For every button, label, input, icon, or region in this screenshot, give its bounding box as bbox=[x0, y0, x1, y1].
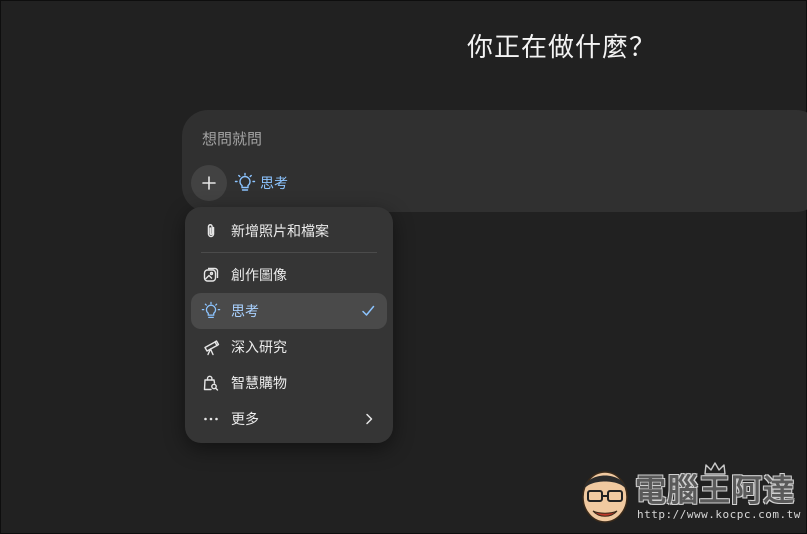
watermark-url: http://www.kocpc.com.tw bbox=[637, 508, 801, 521]
think-tool-chip[interactable]: 思考 bbox=[234, 170, 288, 196]
menu-item-add-files[interactable]: 新增照片和檔案 bbox=[191, 213, 387, 249]
page-headline: 你正在做什麼？ bbox=[467, 33, 657, 63]
paperclip-icon bbox=[201, 221, 221, 241]
menu-item-more[interactable]: 更多 bbox=[191, 401, 387, 437]
menu-item-smart-shopping[interactable]: 智慧購物 bbox=[191, 365, 387, 401]
menu-item-label: 創作圖像 bbox=[231, 268, 287, 284]
lightbulb-icon bbox=[234, 172, 256, 194]
image-create-icon bbox=[201, 265, 221, 285]
lightbulb-icon bbox=[201, 301, 221, 321]
menu-item-deep-research[interactable]: 深入研究 bbox=[191, 329, 387, 365]
think-tool-label: 思考 bbox=[260, 176, 288, 192]
menu-item-think[interactable]: 思考 bbox=[191, 293, 387, 329]
menu-item-label: 智慧購物 bbox=[231, 376, 287, 392]
tools-menu: 新增照片和檔案 創作圖像 思考 深入研究 智慧購物 更多 bbox=[185, 207, 393, 443]
add-attachment-button[interactable] bbox=[191, 165, 227, 201]
menu-item-label: 深入研究 bbox=[231, 340, 287, 356]
shopping-bag-search-icon bbox=[201, 373, 221, 393]
ellipsis-icon bbox=[201, 409, 221, 429]
mascot-face-icon bbox=[579, 467, 631, 525]
prompt-composer[interactable]: 思考 bbox=[182, 110, 807, 212]
chevron-right-icon bbox=[363, 413, 375, 425]
prompt-input[interactable] bbox=[202, 127, 762, 151]
site-watermark: 電腦王阿達 http://www.kocpc.com.tw bbox=[579, 461, 804, 527]
menu-divider bbox=[201, 252, 377, 253]
check-icon bbox=[361, 304, 375, 318]
telescope-icon bbox=[201, 337, 221, 357]
watermark-title: 電腦王阿達 bbox=[635, 473, 795, 509]
menu-item-label: 新增照片和檔案 bbox=[231, 224, 329, 240]
menu-item-label: 更多 bbox=[231, 412, 259, 428]
menu-item-create-image[interactable]: 創作圖像 bbox=[191, 257, 387, 293]
menu-item-label: 思考 bbox=[231, 304, 259, 320]
plus-icon bbox=[201, 175, 217, 191]
